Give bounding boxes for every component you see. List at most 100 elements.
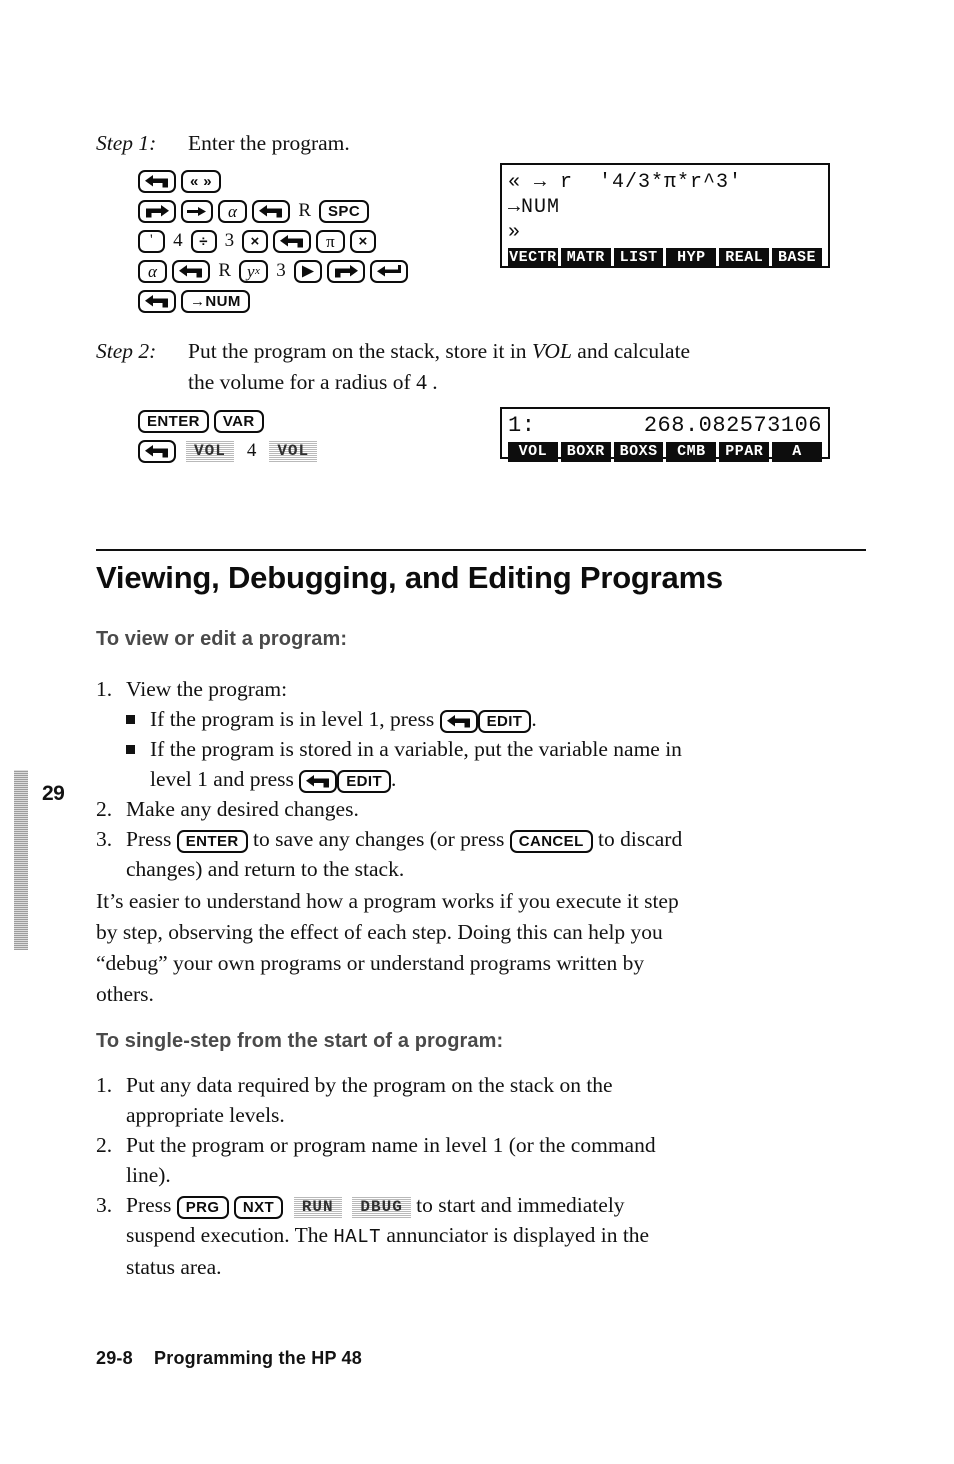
keystroke-row: α R SPC	[138, 198, 408, 224]
list-item-number: 1.	[96, 1073, 113, 1097]
step-1-label: Step 1:	[96, 131, 157, 155]
enter-key[interactable]	[369, 259, 408, 283]
list-item: If the program is in level 1, press EDIT…	[126, 704, 866, 734]
alpha-key[interactable]: α	[138, 259, 168, 283]
left-shift-key[interactable]	[273, 229, 312, 253]
program-delimiter-key[interactable]: « »	[181, 169, 222, 193]
keystroke-row: ENTER VAR	[138, 408, 317, 434]
item-3-line-2-b: annunciator is displayed in the	[381, 1223, 650, 1247]
left-shift-key[interactable]	[252, 199, 291, 223]
left-shift-icon	[280, 234, 304, 247]
list-item-text: If the program is stored in a variable, …	[150, 734, 866, 794]
calculator-display-result: 1: 268.082573106 VOL BOXR BOXS CMB PPAR …	[500, 407, 830, 462]
item-3-line-2-a: suspend execution. The	[126, 1223, 334, 1247]
var-key[interactable]: VAR	[213, 409, 264, 433]
menu-label-vectr[interactable]: VECTR	[508, 248, 558, 268]
menu-label-list[interactable]: LIST	[613, 248, 664, 268]
menu-label-base[interactable]: BASE	[772, 248, 822, 268]
left-shift-key[interactable]	[172, 259, 211, 283]
right-shift-icon	[146, 204, 169, 217]
menu-label-ppar[interactable]: PPAR	[719, 442, 770, 462]
edit-key[interactable]: EDIT	[337, 769, 392, 793]
menu-label-cmb[interactable]: CMB	[666, 442, 717, 462]
item-1-line-2: appropriate levels.	[126, 1103, 285, 1127]
digit-4: 4	[173, 230, 183, 251]
single-step-list: 1. Put any data required by the program …	[96, 1070, 866, 1282]
divide-key[interactable]: ÷	[190, 229, 217, 253]
menu-label-a[interactable]: A	[772, 442, 822, 462]
left-shift-key[interactable]	[138, 439, 176, 463]
item-3-text-b: to save any changes (or press	[247, 827, 510, 851]
item-3-text-a: Press	[126, 827, 177, 851]
footer-title: Programming the HP 48	[154, 1348, 362, 1368]
edit-key[interactable]: EDIT	[477, 709, 532, 733]
item-3-text-c: to discard	[592, 827, 683, 851]
section-heading: Viewing, Debugging, and Editing Programs	[96, 560, 723, 595]
local-variable-arrow-key[interactable]	[181, 199, 213, 223]
run-menu-key[interactable]: RUN	[293, 1196, 342, 1219]
digit-3: 3	[276, 260, 286, 281]
keystroke-row: ' 4 ÷ 3 × π ×	[138, 228, 408, 254]
item-3-text-a: Press	[126, 1193, 177, 1217]
right-shift-key[interactable]	[138, 199, 176, 223]
list-item: 1. Put any data required by the program …	[96, 1070, 866, 1130]
alpha-key[interactable]: α	[218, 199, 248, 223]
chapter-margin-stripe	[14, 770, 28, 950]
list-item-text: Put any data required by the program on …	[126, 1070, 866, 1130]
right-shift-icon	[334, 264, 358, 277]
left-shift-key[interactable]	[439, 709, 478, 733]
multiply-key[interactable]: ×	[350, 229, 377, 253]
cancel-key[interactable]: CANCEL	[509, 829, 593, 853]
menu-label-boxr[interactable]: BOXR	[560, 442, 611, 462]
menu-label-matr[interactable]: MATR	[560, 248, 611, 268]
section-divider-rule	[96, 549, 866, 551]
power-key[interactable]: yx	[239, 259, 269, 283]
ordered-list: 1. View the program:	[96, 674, 866, 704]
space-key[interactable]: SPC	[319, 199, 370, 223]
list-item-number: 2.	[96, 1133, 113, 1157]
enter-key[interactable]: ENTER	[176, 829, 248, 853]
pi-key[interactable]: π	[316, 229, 346, 253]
cursor-right-key[interactable]	[293, 259, 322, 283]
ordered-list: 1. Put any data required by the program …	[96, 1070, 866, 1282]
enter-key[interactable]: ENTER	[138, 409, 209, 433]
display-line-3: »	[508, 221, 522, 244]
prg-key[interactable]: PRG	[176, 1195, 229, 1219]
square-bullet-icon	[126, 704, 150, 734]
list-item: 2. Make any desired changes.	[96, 794, 866, 824]
left-shift-icon	[446, 714, 470, 728]
bullet-2-period: .	[391, 767, 397, 791]
multiply-key[interactable]: ×	[242, 229, 269, 253]
vol-menu-key[interactable]: VOL	[186, 440, 234, 462]
keystroke-row: →NUM	[138, 288, 408, 314]
list-item-number: 1.	[96, 677, 113, 701]
menu-label-real[interactable]: REAL	[719, 248, 770, 268]
list-item-number: 3.	[96, 827, 113, 851]
cursor-right-icon	[301, 265, 314, 277]
to-num-key[interactable]: →NUM	[181, 289, 250, 313]
stack-value: 268.082573106	[643, 413, 822, 438]
paragraph-line-2: by step, observing the effect of each st…	[96, 920, 663, 944]
left-shift-key[interactable]	[138, 289, 176, 313]
list-item-text: If the program is in level 1, press EDIT…	[150, 704, 866, 734]
left-shift-key[interactable]	[138, 169, 176, 193]
tick-quote-key[interactable]: '	[138, 229, 166, 253]
step-1-text: Enter the program.	[188, 131, 350, 155]
letter-r: R	[298, 200, 312, 221]
left-shift-key[interactable]	[299, 769, 338, 793]
menu-label-boxs[interactable]: BOXS	[613, 442, 664, 462]
nxt-key[interactable]: NXT	[233, 1195, 284, 1219]
step-2-vol-variable: VOL	[531, 339, 572, 363]
menu-label-vol[interactable]: VOL	[508, 442, 558, 462]
vol-menu-key[interactable]: VOL	[269, 440, 318, 462]
item-1-line-1: Put any data required by the program on …	[126, 1073, 613, 1097]
display-line-1: « → r '4/3*π*r^3'	[508, 171, 743, 194]
paragraph-line-4: others.	[96, 982, 154, 1006]
menu-label-hyp[interactable]: HYP	[666, 248, 717, 268]
item-2-line-1: Put the program or program name in level…	[126, 1133, 656, 1157]
view-edit-list: 1. View the program: If the program is i…	[96, 674, 866, 884]
item-3-line-2: changes) and return to the stack.	[126, 857, 405, 881]
right-shift-key[interactable]	[326, 259, 365, 283]
dbug-menu-key[interactable]: DBUG	[352, 1196, 411, 1219]
step-1-keystroke-block: « » α R SPC ' 4 ÷ 3 × π × α R y x 3 →NUM	[138, 168, 408, 318]
